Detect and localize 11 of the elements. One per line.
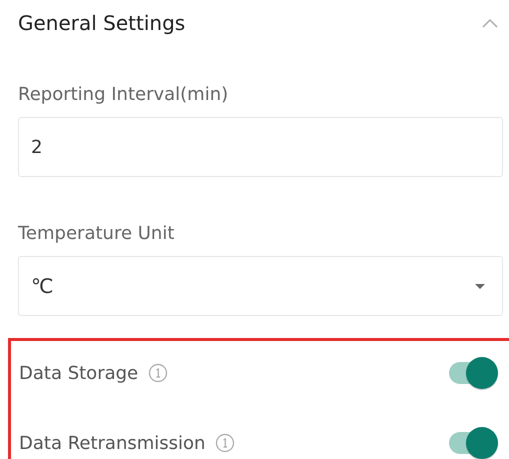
chevron-icon[interactable] xyxy=(481,18,499,28)
input-field[interactable]: 2 xyxy=(18,117,503,177)
info-icon[interactable] xyxy=(215,433,236,453)
section-title: General Settings xyxy=(18,11,186,35)
info-icon[interactable] xyxy=(148,363,168,383)
toggle-label: Data Storage xyxy=(19,362,138,384)
field-label: Temperature Unit xyxy=(18,223,176,244)
select-field[interactable]: ℃ xyxy=(18,256,503,316)
field-label: Reporting Interval(min) xyxy=(18,84,230,105)
toggle-label: Data Retransmission xyxy=(19,432,206,454)
caret-icon xyxy=(474,282,486,290)
